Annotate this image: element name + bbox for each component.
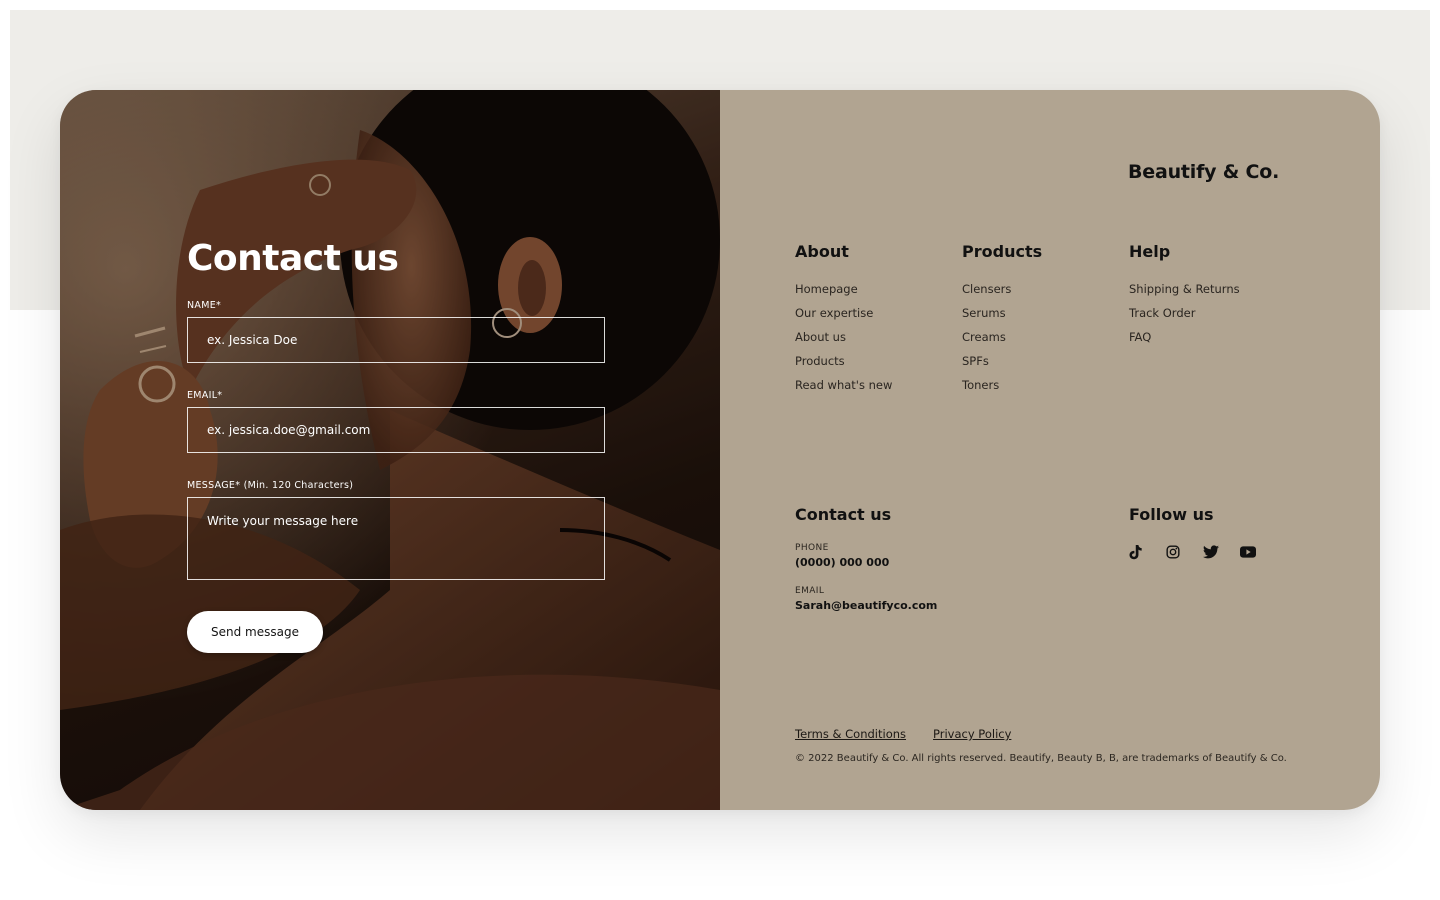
help-link-faq[interactable]: FAQ	[1129, 329, 1240, 353]
products-link-clensers[interactable]: Clensers	[962, 281, 1042, 305]
contact-form-title: Contact us	[187, 238, 399, 279]
about-column: About Homepage Our expertise About us Pr…	[795, 242, 892, 401]
name-input[interactable]: ex. Jessica Doe	[187, 317, 605, 363]
name-placeholder: ex. Jessica Doe	[207, 333, 298, 347]
youtube-icon[interactable]	[1240, 543, 1277, 561]
brand-logo[interactable]: Beautify & Co.	[1128, 161, 1279, 183]
footer-panel: Beautify & Co. About Homepage Our expert…	[720, 90, 1380, 810]
name-field-label: NAME*	[187, 300, 222, 311]
email-label: EMAIL	[795, 586, 825, 596]
email-input[interactable]: ex. jessica.doe@gmail.com	[187, 407, 605, 453]
about-link-homepage[interactable]: Homepage	[795, 281, 892, 305]
contact-info: Contact us PHONE (0000) 000 000 EMAIL Sa…	[795, 505, 937, 629]
help-heading: Help	[1129, 242, 1171, 261]
help-link-shipping-returns[interactable]: Shipping & Returns	[1129, 281, 1240, 305]
about-link-about-us[interactable]: About us	[795, 329, 892, 353]
instagram-icon[interactable]	[1166, 543, 1203, 561]
help-column: Help Shipping & Returns Track Order FAQ	[1129, 242, 1240, 353]
products-link-spfs[interactable]: SPFs	[962, 353, 1042, 377]
tiktok-icon[interactable]	[1129, 543, 1166, 561]
follow-us: Follow us	[1129, 505, 1277, 561]
products-link-toners[interactable]: Toners	[962, 377, 1042, 401]
follow-heading: Follow us	[1129, 505, 1214, 524]
message-field-label: MESSAGE* (Min. 120 Characters)	[187, 480, 607, 491]
terms-link[interactable]: Terms & Conditions	[795, 727, 906, 741]
about-link-our-expertise[interactable]: Our expertise	[795, 305, 892, 329]
privacy-link[interactable]: Privacy Policy	[933, 727, 1011, 741]
message-label-hint: (Min. 120 Characters)	[240, 480, 354, 491]
message-label-text: MESSAGE*	[187, 480, 241, 491]
about-heading: About	[795, 242, 849, 261]
message-placeholder: Write your message here	[207, 514, 359, 528]
hero-photo-panel: Contact us NAME* ex. Jessica Doe EMAIL* …	[60, 90, 720, 810]
legal-links: Terms & Conditions Privacy Policy	[795, 727, 1011, 741]
products-column: Products Clensers Serums Creams SPFs Ton…	[962, 242, 1042, 401]
products-link-creams[interactable]: Creams	[962, 329, 1042, 353]
message-textarea[interactable]: Write your message here	[187, 497, 605, 580]
email-field-label: EMAIL*	[187, 390, 223, 401]
products-heading: Products	[962, 242, 1043, 261]
phone-label: PHONE	[795, 543, 829, 553]
send-message-button[interactable]: Send message	[187, 611, 323, 653]
contact-form: Contact us NAME* ex. Jessica Doe EMAIL* …	[187, 238, 607, 653]
email-placeholder: ex. jessica.doe@gmail.com	[207, 423, 371, 437]
about-link-read-whats-new[interactable]: Read what's new	[795, 377, 892, 401]
social-links	[1129, 543, 1277, 561]
help-link-track-order[interactable]: Track Order	[1129, 305, 1240, 329]
about-link-products[interactable]: Products	[795, 353, 892, 377]
twitter-icon[interactable]	[1203, 543, 1240, 561]
contact-footer-card: Contact us NAME* ex. Jessica Doe EMAIL* …	[60, 90, 1380, 810]
email-value[interactable]: Sarah@beautifyco.com	[795, 599, 937, 612]
products-link-serums[interactable]: Serums	[962, 305, 1042, 329]
copyright-text: © 2022 Beautify & Co. All rights reserve…	[795, 753, 1287, 764]
phone-value[interactable]: (0000) 000 000	[795, 556, 937, 569]
contact-heading: Contact us	[795, 505, 892, 524]
